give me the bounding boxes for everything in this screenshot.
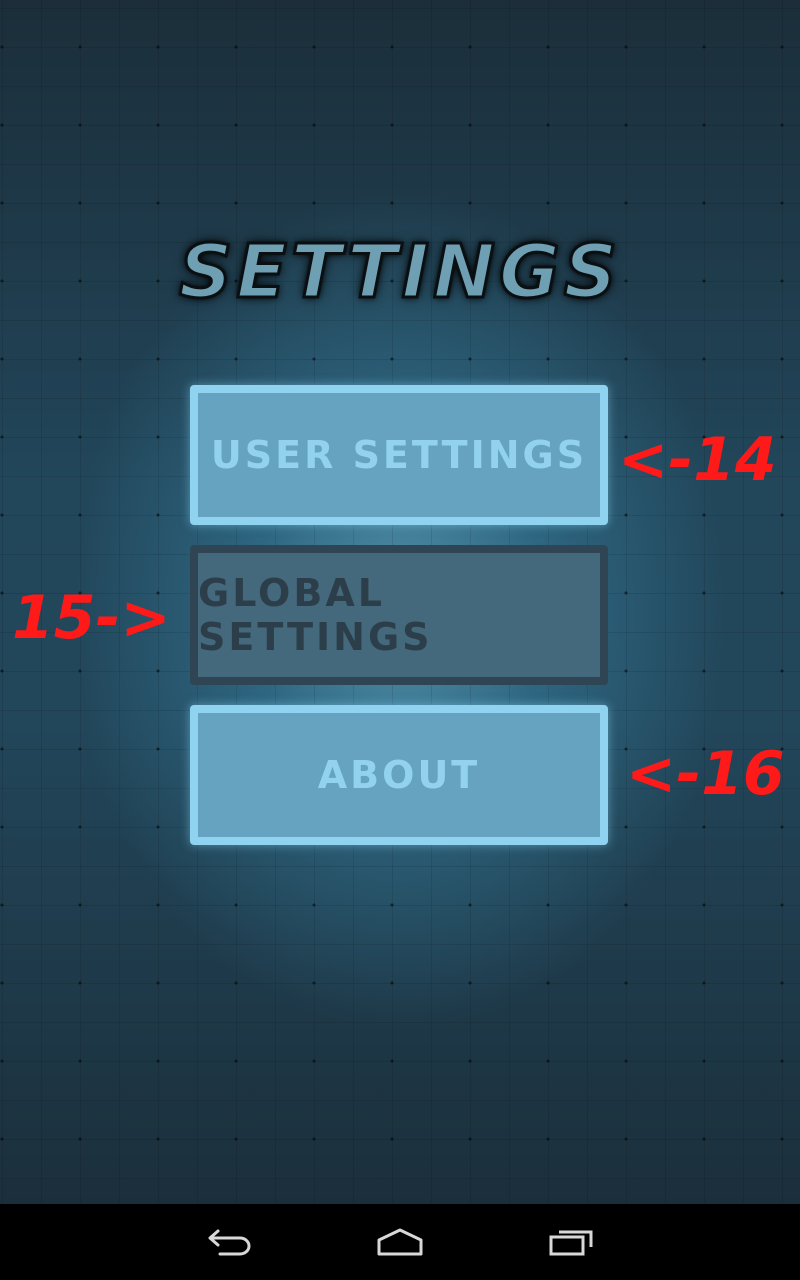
settings-screen: SETTINGS USER SETTINGS GLOBAL SETTINGS A… [0, 0, 800, 1204]
device-screen: SETTINGS USER SETTINGS GLOBAL SETTINGS A… [0, 0, 800, 1280]
annotation-user-settings: <-14 [618, 425, 777, 495]
home-icon [377, 1228, 423, 1256]
annotation-about: <-16 [626, 739, 785, 809]
user-settings-button[interactable]: USER SETTINGS [190, 385, 608, 525]
navigation-bar [0, 1204, 800, 1280]
recents-button[interactable] [541, 1222, 601, 1262]
global-settings-button[interactable]: GLOBAL SETTINGS [190, 545, 608, 685]
back-button[interactable] [200, 1222, 260, 1262]
about-button[interactable]: ABOUT [190, 705, 608, 845]
recents-icon [549, 1230, 593, 1256]
back-icon [208, 1229, 251, 1256]
annotation-global-settings: 15-> [12, 583, 171, 653]
home-button[interactable] [370, 1222, 430, 1262]
screen-title: SETTINGS [178, 228, 621, 317]
